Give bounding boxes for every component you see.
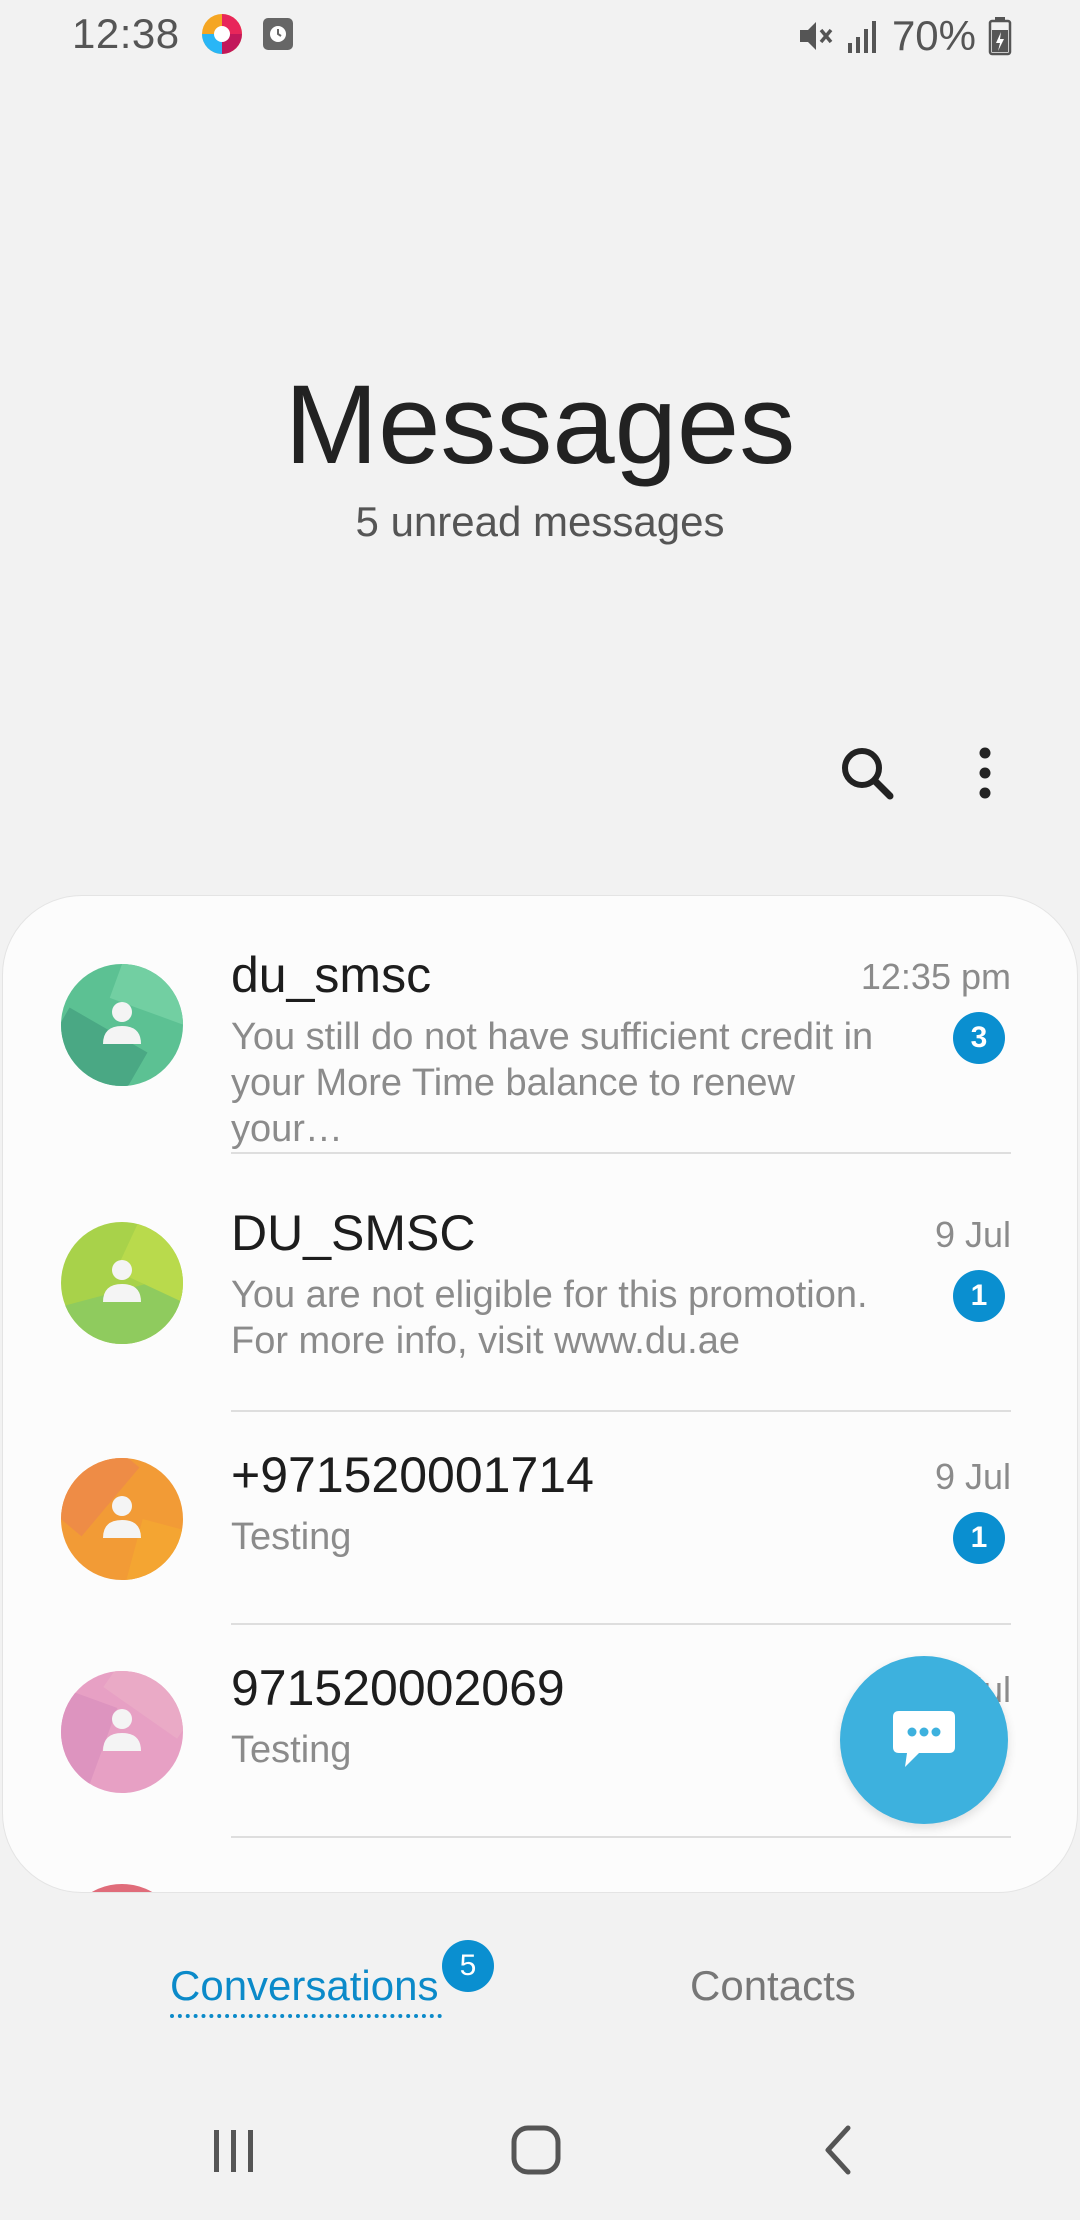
message-time: 9 Jul bbox=[934, 1214, 1011, 1255]
unread-badge: 3 bbox=[953, 1012, 1005, 1064]
person-icon bbox=[103, 1709, 141, 1751]
avatar bbox=[61, 1458, 183, 1580]
contact-name: 971520002069 bbox=[231, 1660, 565, 1716]
clock-icon bbox=[263, 18, 293, 50]
person-icon bbox=[103, 1002, 141, 1044]
new-message-icon bbox=[893, 1711, 955, 1767]
home-icon[interactable] bbox=[510, 2124, 562, 2176]
messages-screen: 12:38 70% Messages 5 unread messages du_… bbox=[0, 0, 1080, 2220]
more-options-button[interactable] bbox=[950, 738, 1020, 808]
message-time: 12:35 pm bbox=[860, 956, 1011, 997]
unread-badge: 1 bbox=[953, 1512, 1005, 1564]
conversation-row[interactable]: du_smsc 12:35 pm You still do not have s… bbox=[3, 896, 1077, 1154]
status-bar: 12:38 70% bbox=[0, 0, 1080, 72]
divider bbox=[231, 1836, 1011, 1838]
tab-contacts[interactable]: Contacts bbox=[690, 1962, 856, 2010]
search-button[interactable] bbox=[832, 738, 902, 808]
message-preview: You still do not have sufficient credit … bbox=[231, 1016, 874, 1150]
back-icon[interactable] bbox=[818, 2124, 858, 2176]
battery-percentage: 70% bbox=[891, 12, 976, 59]
battery-charging-icon bbox=[988, 17, 1012, 56]
contact-name: du_smsc bbox=[231, 947, 432, 1003]
avatar bbox=[61, 1222, 183, 1344]
tab-active-indicator bbox=[170, 2014, 442, 2018]
tab-conversations[interactable]: Conversations bbox=[170, 1962, 438, 2010]
status-indicators: 70% bbox=[794, 10, 1012, 62]
colorful-app-icon bbox=[202, 14, 242, 54]
person-icon bbox=[103, 1260, 141, 1302]
page-title: Messages bbox=[284, 362, 796, 487]
contact-name: DU_SMSC bbox=[231, 1205, 476, 1261]
conversation-row[interactable]: +971520001714 9 Jul Testing 1 bbox=[3, 1412, 1077, 1625]
unread-count-subtitle: 5 unread messages bbox=[355, 498, 725, 545]
conversations-unread-badge: 5 bbox=[442, 1940, 494, 1992]
contact-name: +971520001714 bbox=[231, 1447, 594, 1503]
compose-message-button[interactable] bbox=[840, 1656, 1008, 1824]
mute-icon bbox=[799, 22, 833, 50]
signal-icon bbox=[847, 21, 876, 53]
more-options-icon bbox=[979, 747, 991, 799]
status-time: 12:38 bbox=[72, 10, 180, 57]
avatar bbox=[61, 964, 183, 1086]
message-time: 9 Jul bbox=[934, 1456, 1011, 1497]
search-icon bbox=[842, 748, 894, 800]
message-preview: Testing bbox=[231, 1516, 352, 1558]
avatar bbox=[61, 1884, 183, 1892]
conversation-row[interactable]: DU_SMSC 9 Jul You are not eligible for t… bbox=[3, 1154, 1077, 1412]
message-preview: You are not eligible for this promotion.… bbox=[231, 1274, 868, 1362]
person-icon bbox=[103, 1496, 141, 1538]
avatar bbox=[61, 1671, 183, 1793]
recents-icon[interactable] bbox=[204, 2126, 264, 2176]
unread-badge: 1 bbox=[953, 1270, 1005, 1322]
message-preview: Testing bbox=[231, 1729, 352, 1771]
